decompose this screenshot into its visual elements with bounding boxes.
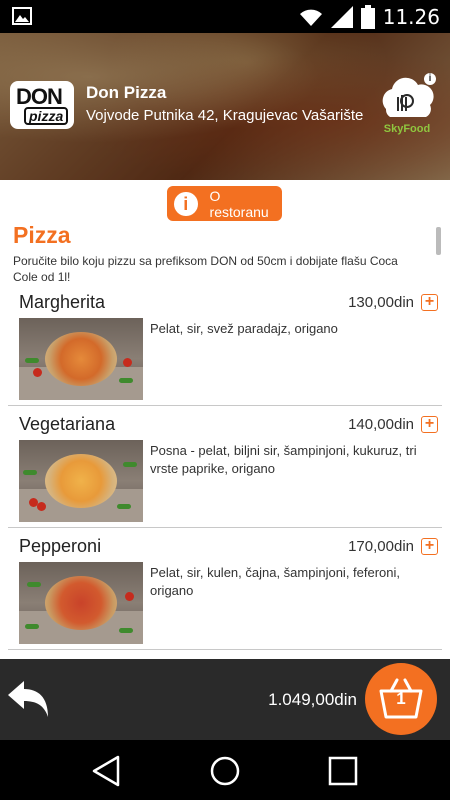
menu-item-name: Margherita <box>19 292 106 312</box>
restaurant-header: DON pizza Don Pizza Vojvode Putnika 42, … <box>0 33 450 180</box>
menu-item-price: 140,00din <box>348 416 414 433</box>
menu-item-price: 130,00din <box>348 294 414 311</box>
scrollbar[interactable] <box>436 227 441 255</box>
about-restaurant-button[interactable]: i O restoranu <box>167 186 282 221</box>
menu-item[interactable]: Pepperoni 170,00din + Pelat, sir, kulen,… <box>0 528 450 650</box>
info-icon[interactable]: i <box>424 73 436 85</box>
menu-item-description: Pelat, sir, svež paradajz, origano <box>150 321 338 336</box>
menu-item[interactable]: Vegetariana 140,00din + Posna - pelat, b… <box>0 406 450 528</box>
restaurant-logo: DON pizza <box>10 81 74 129</box>
menu-item-image <box>19 440 143 522</box>
menu-item-name: Pepperoni <box>19 536 102 556</box>
about-restaurant-label: O restoranu <box>209 187 269 220</box>
section-title: Pizza <box>13 222 71 248</box>
menu-item-description: Pelat, sir, kulen, čajna, šampinjoni, fe… <box>150 565 401 598</box>
add-to-cart-icon[interactable]: + <box>421 294 438 311</box>
battery-icon <box>360 5 375 29</box>
image-notification-icon <box>12 7 32 25</box>
status-bar: 11.26 <box>0 0 450 33</box>
back-arrow-icon[interactable] <box>6 679 50 719</box>
divider <box>8 649 442 650</box>
recent-apps-icon[interactable] <box>326 754 360 788</box>
info-circle-icon: i <box>174 191 198 216</box>
back-icon[interactable] <box>90 754 124 788</box>
cart-count: 1 <box>396 689 406 708</box>
home-icon[interactable] <box>208 754 242 788</box>
status-time: 11.26 <box>382 5 440 29</box>
add-to-cart-icon[interactable]: + <box>421 416 438 433</box>
restaurant-name: Don Pizza <box>86 83 167 102</box>
menu-item-price: 170,00din <box>348 538 414 555</box>
menu-item-name: Vegetariana <box>19 414 116 434</box>
cart-button[interactable]: 1 <box>365 663 437 735</box>
order-total: 1.049,00din <box>268 690 357 709</box>
section-description: Poručite bilo koju pizzu sa prefiksom DO… <box>13 254 398 284</box>
menu-item-description: Posna - pelat, biljni sir, šampinjoni, k… <box>150 443 417 476</box>
system-navigation-bar <box>0 740 450 800</box>
add-to-cart-icon[interactable]: + <box>421 538 438 555</box>
menu-item[interactable]: Margherita 130,00din + Pelat, sir, svež … <box>0 284 450 406</box>
signal-icon <box>330 6 353 28</box>
logo-text-bottom: pizza <box>24 107 69 125</box>
skyfood-logo-text: SkyFood <box>384 123 430 135</box>
menu-item-image <box>19 318 143 400</box>
restaurant-address: Vojvode Putnika 42, Kragujevac Vašarište <box>86 107 364 124</box>
wifi-icon <box>299 9 322 26</box>
menu-item-image <box>19 562 143 644</box>
skyfood-logo: SkyFood <box>382 77 434 135</box>
order-bar: 1.049,00din 1 <box>0 659 450 740</box>
